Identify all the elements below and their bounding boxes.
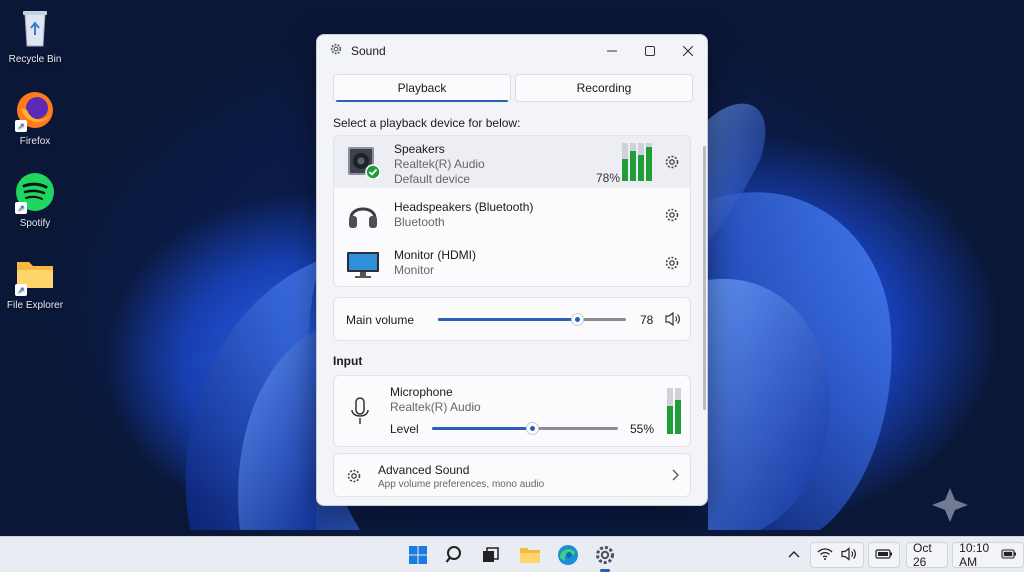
microphone-driver: Realtek(R) Audio	[390, 400, 481, 414]
main-volume-slider[interactable]	[438, 313, 626, 326]
desktop-icon-label: Firefox	[19, 136, 51, 147]
device-monitor[interactable]: Monitor (HDMI) Monitor	[334, 240, 690, 286]
wifi-icon	[817, 547, 833, 564]
advanced-sound-link[interactable]: Advanced Sound App volume preferences, m…	[333, 453, 691, 497]
main-volume-thumb[interactable]	[571, 313, 584, 326]
minimize-button[interactable]	[593, 35, 631, 67]
date-display[interactable]: Oct 26	[906, 541, 949, 569]
title-bar[interactable]: Sound	[317, 35, 707, 67]
tab-playback[interactable]: Playback	[333, 74, 511, 102]
folder-icon: ↗	[13, 252, 57, 296]
volume-speaker-icon[interactable]	[664, 311, 682, 332]
file-explorer-icon[interactable]	[518, 543, 542, 567]
desktop-icon-recycle-bin[interactable]: Recycle Bin	[0, 6, 70, 65]
spotify-icon: ↗	[13, 170, 57, 214]
device-name: Speakers	[394, 142, 445, 156]
monitor-settings-gear-icon[interactable]	[664, 255, 680, 271]
device-name: Monitor (HDMI)	[394, 248, 477, 262]
chevron-right-icon	[670, 468, 680, 487]
tab-bar: Playback Recording	[333, 74, 693, 102]
battery-small-icon	[1001, 548, 1017, 562]
main-volume-value: 78	[640, 313, 654, 327]
microphone-level-value: 55%	[630, 422, 655, 436]
taskbar: Oct 26 10:10 AM	[0, 536, 1024, 572]
firefox-icon: ↗	[13, 88, 57, 132]
search-icon[interactable]	[443, 543, 467, 567]
shortcut-arrow-icon: ↗	[15, 284, 27, 296]
sound-window: Sound Playback Recording Select a playba…	[316, 34, 708, 506]
desktop-icon-label: File Explorer	[6, 300, 64, 311]
windows-start-icon[interactable]	[406, 543, 430, 567]
main-volume-card: Main volume 78	[333, 297, 691, 341]
volume-icon	[841, 546, 857, 564]
microphone-name: Microphone	[390, 385, 453, 399]
settings-icon[interactable]	[593, 543, 617, 572]
device-type: Bluetooth	[394, 215, 445, 229]
microphone-level-label: Level	[390, 422, 419, 436]
shortcut-arrow-icon: ↗	[15, 202, 27, 214]
desktop-icon-firefox[interactable]: ↗ Firefox	[0, 88, 70, 147]
microphone-level-fill	[432, 427, 532, 430]
desktop-icon-label: Spotify	[19, 218, 51, 229]
microphone-level-thumb[interactable]	[526, 422, 539, 435]
advanced-sound-title: Advanced Sound	[378, 463, 470, 477]
maximize-button[interactable]	[631, 35, 669, 67]
gear-icon	[329, 42, 343, 61]
speakers-settings-gear-icon[interactable]	[664, 154, 680, 170]
tab-recording[interactable]: Recording	[515, 74, 693, 102]
battery-button[interactable]	[868, 542, 900, 568]
time-display: 10:10 AM	[959, 541, 990, 569]
headphones-icon	[346, 198, 380, 232]
window-scrollbar[interactable]	[703, 146, 706, 410]
monitor-icon	[346, 248, 380, 282]
microphone-icon	[348, 396, 372, 433]
window-title: Sound	[351, 44, 386, 58]
speakers-level-meter	[622, 143, 652, 181]
device-speakers[interactable]: Speakers Realtek(R) Audio Default device…	[334, 136, 690, 188]
gear-icon	[346, 468, 362, 489]
clock-button[interactable]: 10:10 AM	[952, 541, 1024, 569]
desktop-icon-file-explorer[interactable]: ↗ File Explorer	[0, 252, 70, 311]
recycle-bin-icon	[13, 6, 57, 50]
microphone-card: Microphone Realtek(R) Audio Level 55%	[333, 375, 691, 447]
main-volume-label: Main volume	[346, 313, 415, 327]
playback-prompt: Select a playback device for below:	[333, 116, 521, 130]
microphone-level-meter	[667, 388, 681, 434]
device-headphones[interactable]: Headspeakers (Bluetooth) Bluetooth	[334, 192, 690, 240]
device-level: 78%	[596, 171, 621, 185]
shortcut-arrow-icon: ↗	[15, 120, 27, 132]
desktop-icon-label: Recycle Bin	[8, 54, 62, 65]
microphone-level-slider[interactable]	[432, 422, 618, 435]
desktop-icon-spotify[interactable]: ↗ Spotify	[0, 170, 70, 229]
advanced-sound-subtitle: App volume preferences, mono audio	[378, 479, 545, 490]
playback-device-list: Speakers Realtek(R) Audio Default device…	[333, 135, 691, 287]
edge-icon[interactable]	[556, 543, 580, 567]
battery-icon	[875, 548, 893, 563]
device-name: Headspeakers (Bluetooth)	[394, 200, 534, 214]
headphones-settings-gear-icon[interactable]	[664, 207, 680, 223]
chevron-up-icon[interactable]	[788, 548, 800, 562]
close-button[interactable]	[669, 35, 707, 67]
main-volume-fill	[438, 318, 577, 321]
system-tray: Oct 26 10:10 AM	[788, 537, 1024, 572]
quick-settings-button[interactable]	[810, 542, 864, 568]
device-driver: Realtek(R) Audio	[394, 157, 485, 171]
task-view-icon[interactable]	[479, 543, 503, 567]
input-heading: Input	[333, 354, 363, 368]
speaker-icon	[346, 145, 381, 180]
device-type: Monitor	[394, 263, 435, 277]
device-status: Default device	[394, 172, 471, 186]
